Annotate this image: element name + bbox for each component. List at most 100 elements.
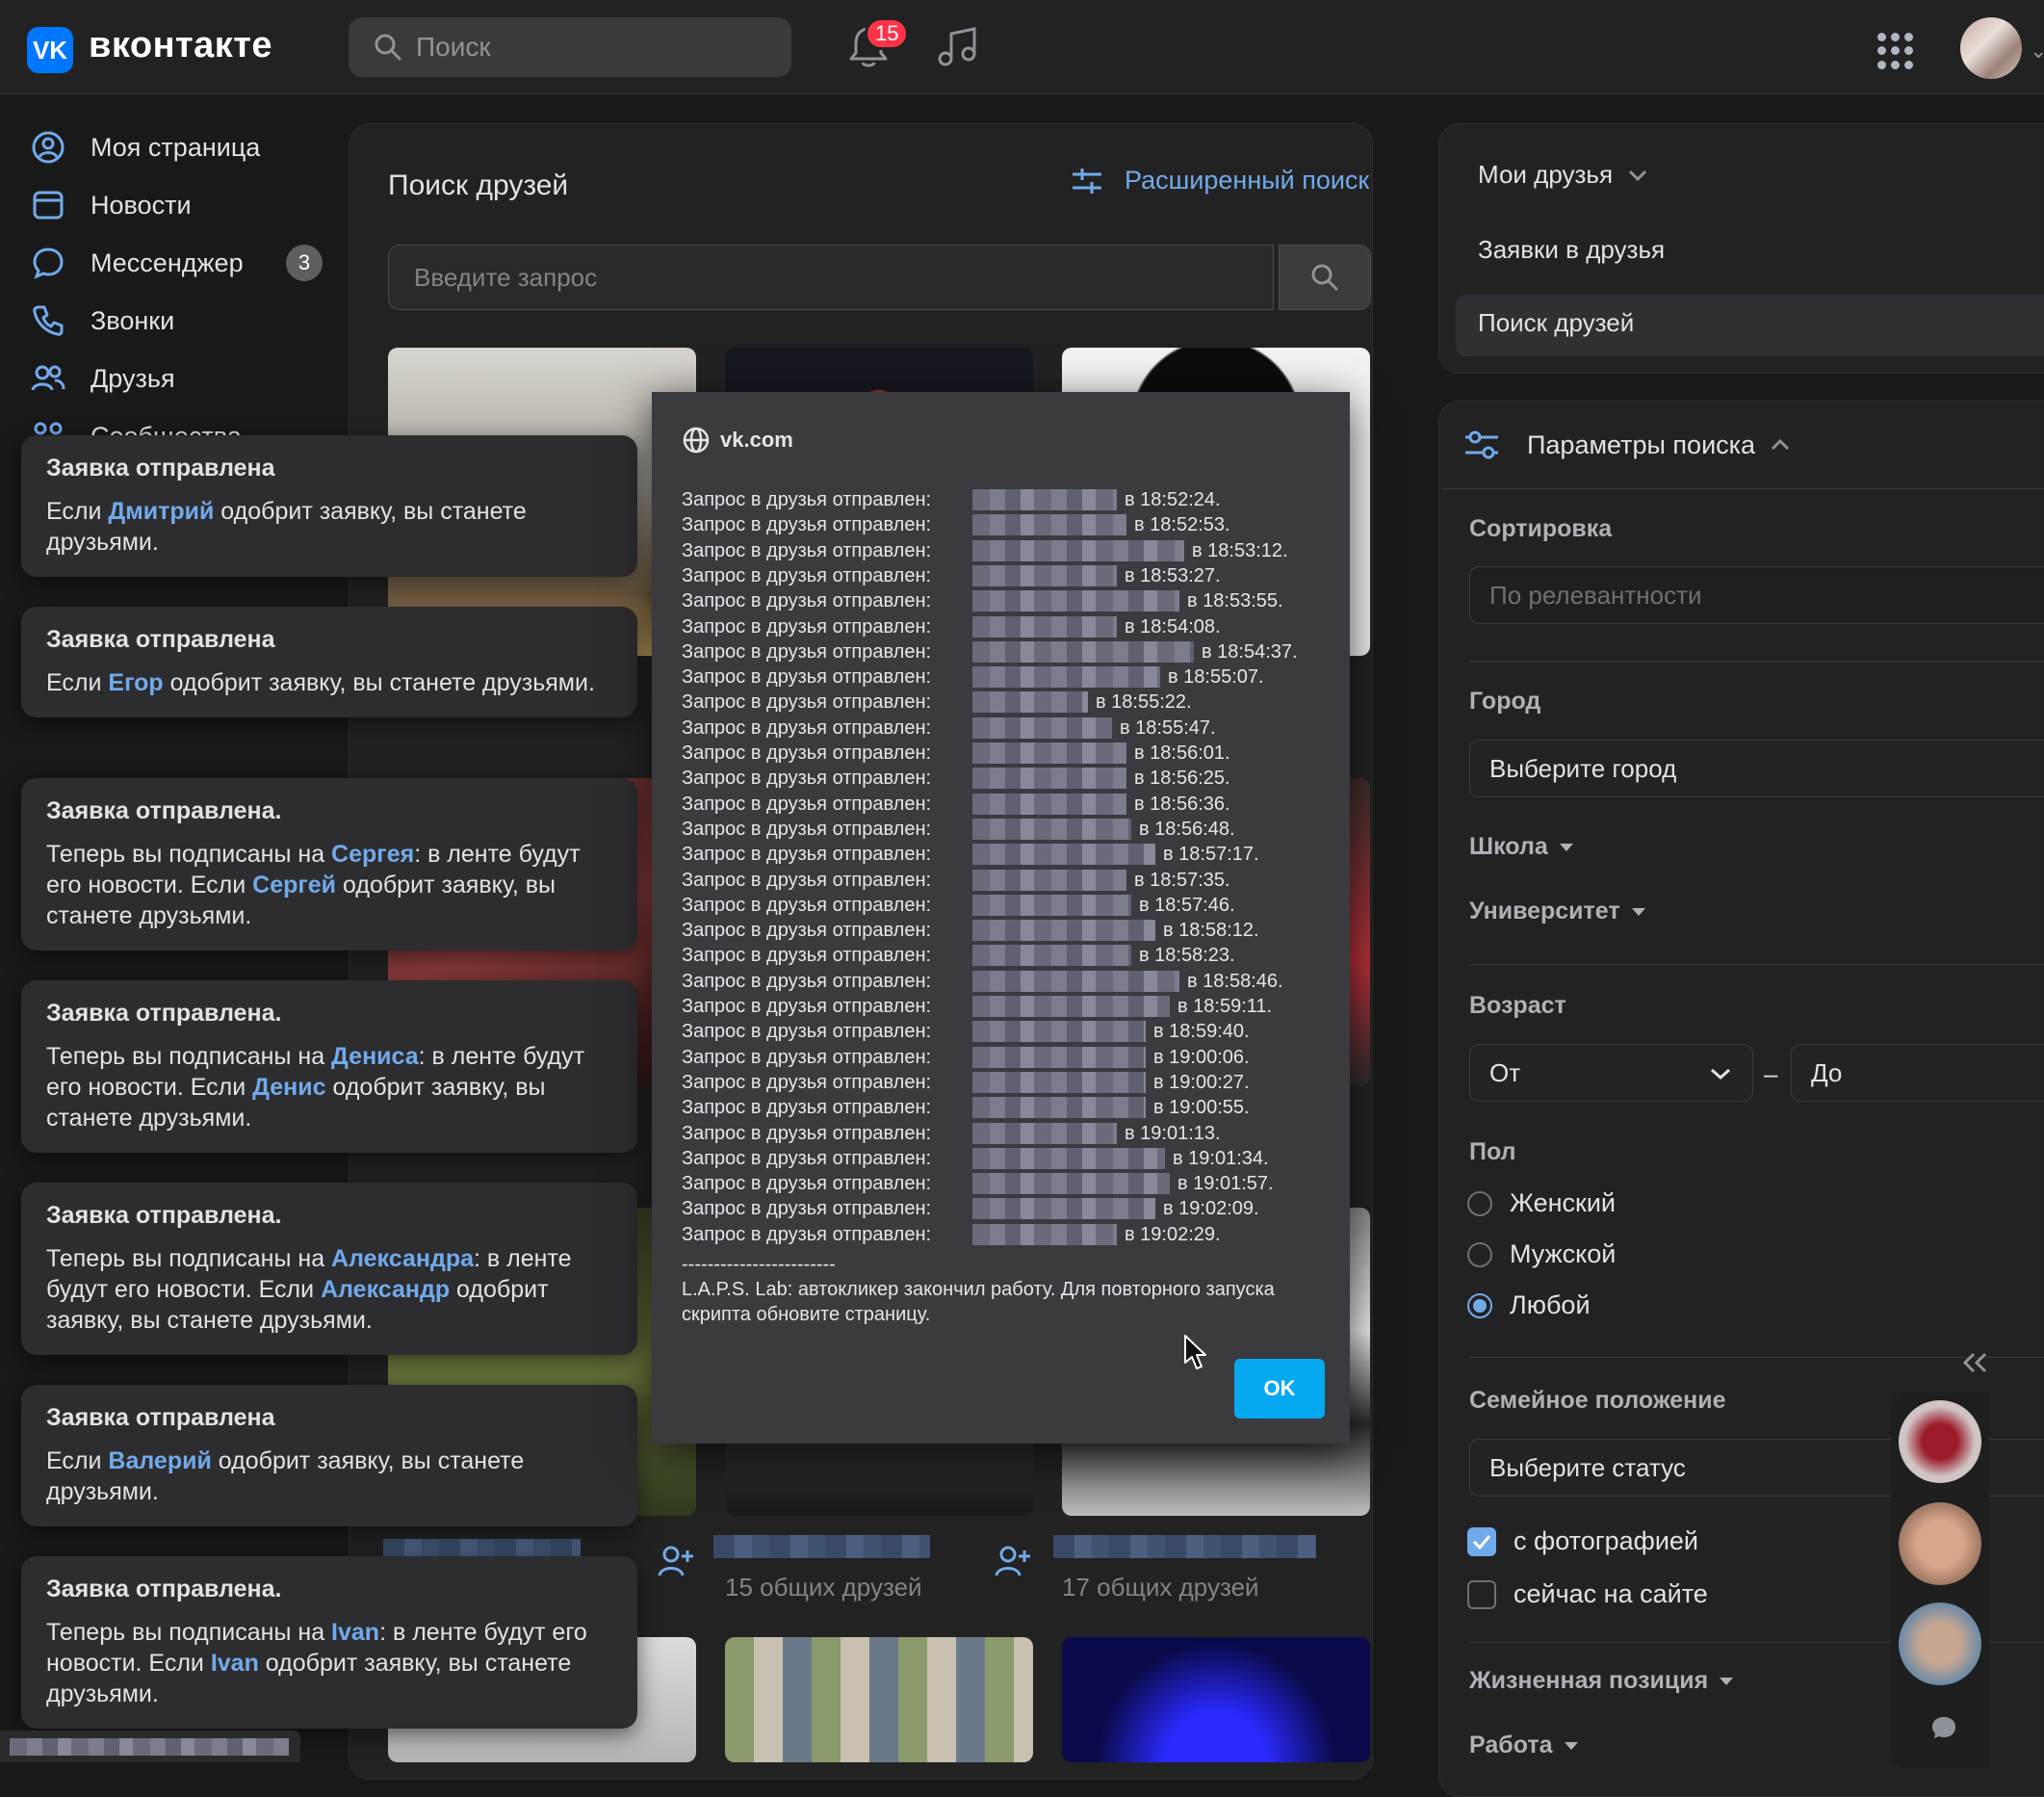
nav-my-page[interactable]: Моя страница [29,125,260,169]
dialog-log-time: в 18:58:46. [1187,971,1283,992]
redacted-name [972,1123,1117,1144]
redacted-name [972,1173,1170,1194]
friend-card-photo[interactable] [725,1637,1033,1762]
redacted-name [972,1224,1117,1245]
toast-title: Заявка отправлена. [46,1000,282,1027]
gender-female-radio[interactable]: Женский [1467,1188,1616,1218]
vk-logo-icon[interactable]: VK [27,27,73,73]
toast-body: Теперь вы подписаны на Александра: в лен… [46,1245,572,1334]
dialog-log-line: Запрос в друзья отправлен: [682,1123,932,1144]
age-from-value: От [1489,1057,1521,1087]
toast-name: Александра [331,1245,474,1272]
life-position-label: Жизненная позиция [1469,1667,1709,1694]
dialog-log-time: в 18:55:22. [1096,691,1192,713]
dialog-log-time: в 18:57:46. [1139,895,1235,916]
page-title: Поиск друзей [388,169,569,201]
dialog-log-line: Запрос в друзья отправлен: [682,920,932,941]
chat-avatar[interactable] [1899,1602,1981,1685]
university-dropdown[interactable]: Университет [1469,898,1645,925]
dialog-log-line: Запрос в друзья отправлен: [682,717,932,739]
nav-messenger[interactable]: Мессенджер [29,241,244,285]
dialog-log-time: в 18:56:36. [1134,794,1230,815]
dialog-log-line: Запрос в друзья отправлен: [682,514,932,535]
mouse-cursor-icon [1184,1335,1206,1369]
menu-find-friends[interactable]: Поиск друзей [1478,308,1634,338]
mutual-friends-count[interactable]: 15 общих друзей [725,1573,922,1602]
advanced-search-label: Расширенный поиск [1125,166,1370,195]
toast-notification[interactable]: Заявка отправлена Если Дмитрий одобрит з… [21,435,637,577]
dialog-log-time: в 19:01:34. [1173,1148,1269,1169]
toast-notification[interactable]: Заявка отправлена. Теперь вы подписаны н… [21,980,637,1153]
logo-text[interactable]: вконтакте [89,25,272,66]
query-search-button[interactable] [1279,245,1371,310]
toast-notification[interactable]: Заявка отправлена. Теперь вы подписаны н… [21,1556,637,1729]
nav-calls[interactable]: Звонки [29,299,174,343]
top-bar [0,0,2044,94]
nav-friends[interactable]: Друзья [29,356,175,401]
ok-button[interactable]: OK [1234,1359,1325,1419]
online-now-checkbox[interactable]: сейчас на сайте [1467,1579,1708,1609]
redacted-name [972,565,1117,586]
redacted-name [972,1021,1146,1042]
dialog-host: vk.com [720,428,793,452]
caret-down-icon [1631,907,1645,916]
filter-sliders-icon [1073,168,1101,194]
chat-avatar[interactable] [1899,1502,1981,1585]
toast-name: Ivan [210,1650,259,1677]
gender-any-radio[interactable]: Любой [1467,1290,1591,1320]
add-friend-icon[interactable] [655,1541,695,1581]
gender-male-radio[interactable]: Мужской [1467,1239,1616,1269]
dialog-log-line: Запрос в друзья отправлен: [682,794,932,815]
friend-card-photo[interactable] [1062,1637,1370,1762]
dialog-log-time: в 19:01:57. [1177,1173,1274,1194]
global-search-input[interactable]: Поиск [349,17,791,77]
dialog-log-line: Запрос в друзья отправлен: [682,540,932,561]
with-photo-checkbox[interactable]: с фотографией [1467,1526,1698,1556]
toast-notification[interactable]: Заявка отправлена. Теперь вы подписаны н… [21,778,637,951]
work-label: Работа [1469,1732,1553,1758]
nav-news[interactable]: Новости [29,183,192,227]
toast-notification[interactable]: Заявка отправлена Если Егор одобрит заяв… [21,607,637,717]
chat-avatar[interactable] [1899,1400,1981,1483]
advanced-search-link[interactable]: Расширенный поиск [1071,166,1369,195]
radio-label: Женский [1510,1188,1617,1217]
toast-title: Заявка отправлена [46,455,275,482]
menu-my-friends[interactable]: Мои друзья [1478,160,1649,190]
redacted-name [972,819,1131,840]
search-icon [1311,264,1338,291]
params-header[interactable]: Параметры поиска [1463,429,1819,461]
friend-query-input[interactable]: Введите запрос [388,245,1274,310]
toast-name: Егор [108,669,164,696]
age-from-select[interactable]: От [1469,1044,1753,1102]
toast-notification[interactable]: Заявка отправлена. Теперь вы подписаны н… [21,1183,637,1355]
divider [1469,1357,2044,1358]
dialog-log-line: Запрос в друзья отправлен: [682,1148,932,1169]
nav-label: Моя страница [91,132,261,162]
age-to-select[interactable]: До [1791,1044,2044,1102]
add-friend-icon[interactable] [992,1541,1032,1581]
toast-notification[interactable]: Заявка отправлена Если Валерий одобрит з… [21,1385,637,1526]
collapse-double-chevron-icon[interactable] [1960,1350,1989,1375]
mutual-friends-count[interactable]: 17 общих друзей [1062,1573,1259,1602]
dialog-log-time: в 19:00:06. [1153,1047,1250,1068]
globe-icon [683,427,710,454]
newspaper-icon [29,186,67,224]
dialog-log-time: в 18:55:47. [1120,717,1216,739]
chevron-down-icon[interactable]: ⌄ [2030,39,2044,64]
chevron-up-icon [1772,438,1790,451]
dialog-log-time: в 18:54:37. [1202,641,1298,663]
school-dropdown[interactable]: Школа [1469,833,1573,861]
nav-label: Новости [91,190,192,220]
params-title: Параметры поиска [1527,430,1756,459]
life-position-dropdown[interactable]: Жизненная позиция [1469,1667,1734,1695]
work-dropdown[interactable]: Работа [1469,1732,1578,1759]
divider [1469,661,2044,662]
menu-friend-requests[interactable]: Заявки в друзья [1478,235,1665,265]
chat-bubble-icon[interactable] [1929,1714,1958,1741]
music-note-icon[interactable] [936,25,980,69]
apps-grid-icon[interactable] [1877,33,1914,69]
dialog-log-time: в 18:55:07. [1168,666,1264,688]
city-select[interactable]: Выберите город [1469,740,2044,797]
profile-avatar[interactable] [1960,17,2022,79]
sort-select[interactable]: По релевантности [1469,566,2044,624]
